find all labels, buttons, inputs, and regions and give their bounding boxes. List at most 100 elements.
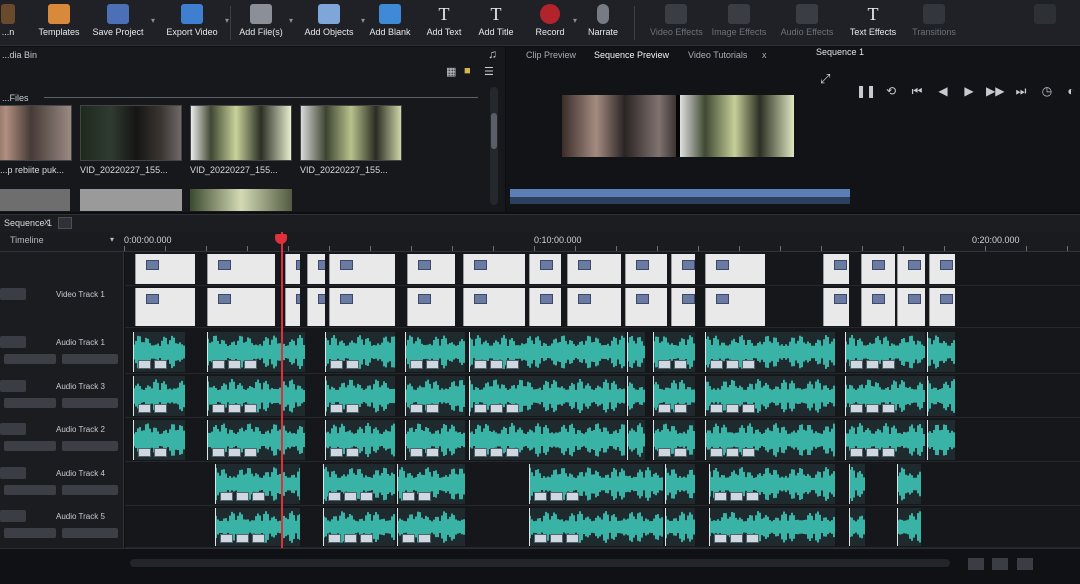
chevron-down-icon[interactable]: ▾ (289, 16, 293, 25)
effect-icon[interactable] (138, 360, 151, 369)
effect-icon[interactable] (244, 448, 257, 457)
effect-icon[interactable] (236, 492, 249, 501)
video-clip[interactable] (207, 254, 275, 284)
image-effects-button[interactable]: Image Effects (710, 2, 768, 44)
video-clip[interactable] (307, 288, 325, 326)
video-clip[interactable] (285, 254, 300, 284)
pan-slider[interactable] (62, 354, 118, 364)
pan-slider[interactable] (62, 441, 118, 451)
media-thumbnail[interactable] (190, 189, 292, 211)
effect-icon[interactable] (220, 534, 233, 543)
add-title-button[interactable]: T Add Title (476, 2, 516, 44)
chevron-down-icon[interactable]: ▾ (361, 16, 365, 25)
effect-icon[interactable] (138, 404, 151, 413)
preview-scrubber[interactable] (510, 189, 850, 197)
effect-icon[interactable] (330, 404, 343, 413)
audio-clip[interactable] (469, 376, 625, 416)
effect-icon[interactable] (228, 404, 241, 413)
audio-clip[interactable] (207, 420, 305, 460)
audio-clip[interactable] (405, 376, 465, 416)
effect-icon[interactable] (866, 404, 879, 413)
timeline-scrollbar[interactable] (130, 559, 950, 567)
audio-clip[interactable] (215, 464, 300, 504)
audio-clip[interactable] (627, 376, 645, 416)
timeline-ruler[interactable]: Timeline ▾ 0:00:00.000 0:10:00.000 0:20:… (0, 232, 1080, 252)
effect-icon[interactable] (726, 448, 739, 457)
toolbar-item-export[interactable]: ...n (0, 2, 16, 44)
zoom-in-icon[interactable] (1016, 558, 1033, 570)
zoom-out-icon[interactable] (968, 558, 984, 570)
effect-icon[interactable] (710, 448, 723, 457)
effect-icon[interactable] (506, 404, 519, 413)
chevron-down-icon[interactable]: ▾ (151, 16, 155, 25)
effect-icon[interactable] (328, 492, 341, 501)
new-sequence-button[interactable] (58, 217, 72, 229)
video-clip[interactable] (705, 254, 765, 284)
video-clip[interactable] (671, 288, 695, 326)
effect-icon[interactable] (418, 534, 431, 543)
audio-clip[interactable] (705, 332, 835, 372)
tab-video-tutorials[interactable]: Video Tutorials (688, 47, 747, 63)
effect-icon[interactable] (212, 404, 225, 413)
audio-clip[interactable] (653, 420, 695, 460)
add-blank-button[interactable]: Add Blank (368, 2, 412, 44)
preview-scrubber-track[interactable] (510, 197, 850, 204)
pan-slider[interactable] (62, 528, 118, 538)
video-clip[interactable] (135, 254, 195, 284)
effect-icon[interactable] (330, 360, 343, 369)
audio-clip[interactable] (627, 420, 645, 460)
video-clip[interactable] (823, 254, 849, 284)
audio-clip[interactable] (405, 332, 465, 372)
timeline-lanes[interactable] (125, 252, 1080, 548)
effect-icon[interactable] (550, 534, 563, 543)
effect-icon[interactable] (244, 360, 257, 369)
save-project-button[interactable]: Save Project ▾ (90, 2, 155, 44)
effect-icon[interactable] (534, 534, 547, 543)
effect-icon[interactable] (252, 492, 265, 501)
audio-clip[interactable] (845, 420, 925, 460)
audio-clip[interactable] (665, 464, 695, 504)
media-bin-scrollbar[interactable] (490, 87, 498, 205)
close-icon[interactable]: x (762, 47, 767, 63)
audio-clip[interactable] (845, 376, 925, 416)
audio-clip[interactable] (705, 376, 835, 416)
effect-icon[interactable] (426, 448, 439, 457)
effect-icon[interactable] (710, 360, 723, 369)
effect-icon[interactable] (410, 360, 423, 369)
audio-clip[interactable] (627, 332, 645, 372)
add-objects-button[interactable]: Add Objects ▾ (302, 2, 365, 44)
volume-slider[interactable] (4, 441, 56, 451)
audio-clip[interactable] (469, 420, 625, 460)
effect-icon[interactable] (154, 360, 167, 369)
effect-icon[interactable] (346, 360, 359, 369)
video-clip[interactable] (625, 288, 667, 326)
effect-icon[interactable] (866, 360, 879, 369)
audio-clip[interactable] (849, 508, 865, 546)
video-clip[interactable] (861, 254, 895, 284)
effect-icon[interactable] (344, 492, 357, 501)
audio-clip[interactable] (469, 332, 625, 372)
step-back-icon[interactable]: ◀ (934, 81, 952, 101)
effect-icon[interactable] (252, 534, 265, 543)
effect-icon[interactable] (850, 404, 863, 413)
effect-icon[interactable] (850, 360, 863, 369)
track-toggle-icon[interactable] (0, 423, 26, 435)
chevron-down-icon[interactable]: ▾ (573, 16, 577, 25)
audio-clip[interactable] (133, 376, 185, 416)
step-forward-icon[interactable]: ▶▶ (986, 81, 1004, 101)
audio-clip[interactable] (845, 332, 925, 372)
zoom-fit-icon[interactable] (992, 558, 1009, 570)
audio-clip[interactable] (927, 376, 955, 416)
export-video-button[interactable]: Export Video ▾ (164, 2, 229, 44)
list-view-icon[interactable]: ☰ (484, 65, 494, 78)
video-clip[interactable] (529, 288, 561, 326)
effect-icon[interactable] (714, 492, 727, 501)
narrate-button[interactable]: Narrate (584, 2, 622, 44)
volume-slider[interactable] (4, 485, 56, 495)
video-clip[interactable] (463, 254, 525, 284)
audio-clip[interactable] (323, 508, 395, 546)
effect-icon[interactable] (658, 404, 671, 413)
video-clip[interactable] (671, 254, 695, 284)
video-clip[interactable] (861, 288, 895, 326)
effect-icon[interactable] (746, 492, 759, 501)
